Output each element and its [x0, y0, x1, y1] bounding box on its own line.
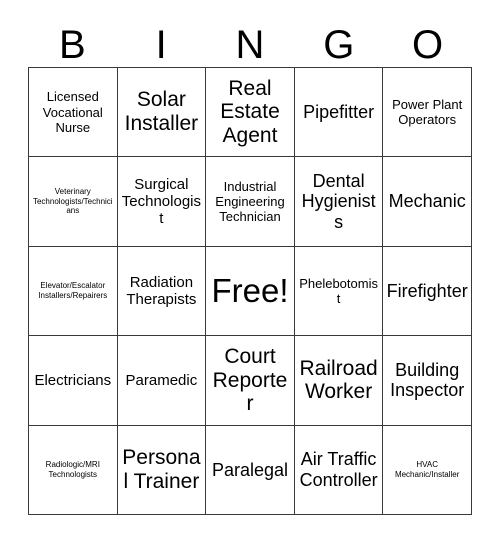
bingo-cell-label: Court Reporter: [212, 344, 288, 416]
bingo-cell[interactable]: HVAC Mechanic/Installer: [383, 425, 472, 515]
bingo-cell-label: Industrial Engineering Technician: [215, 178, 285, 225]
bingo-cell[interactable]: Dental Hygienists: [294, 157, 384, 247]
bingo-cell[interactable]: Personal Trainer: [117, 425, 207, 515]
bingo-cell-label: Free!: [211, 271, 289, 309]
bingo-cell-label: Building Inspector: [390, 359, 465, 401]
bingo-cell-label: Pipefitter: [303, 101, 375, 122]
bingo-cell[interactable]: Railroad Worker: [294, 336, 384, 426]
bingo-cell[interactable]: Radiologic/MRI Technologists: [29, 425, 118, 515]
bingo-cell[interactable]: Mechanic: [383, 157, 472, 247]
bingo-card: B I N G O Licensed Vocational Nurse Solar…: [0, 0, 500, 544]
bingo-cell-free[interactable]: Free!: [206, 246, 295, 337]
bingo-cell-label: Solar Installer: [124, 88, 199, 136]
bingo-cell-label: Mechanic: [388, 191, 466, 212]
bingo-cell-label: Air Traffic Controller: [299, 449, 378, 490]
bingo-cell[interactable]: Solar Installer: [117, 68, 207, 158]
bingo-cell[interactable]: Surgical Technologist: [117, 157, 207, 247]
bingo-cell[interactable]: Pipefitter: [294, 68, 384, 158]
bingo-cell[interactable]: Licensed Vocational Nurse: [29, 68, 118, 158]
bingo-cell-label: Elevator/Escalator Installers/Repairers: [38, 281, 108, 300]
bingo-cell-label: Licensed Vocational Nurse: [42, 89, 103, 135]
bingo-grid: Licensed Vocational Nurse Solar Installer…: [28, 67, 472, 515]
bingo-cell-label: Veterinary Technologists/Technicians: [32, 186, 113, 216]
bingo-cell-label: Paramedic: [125, 371, 198, 389]
header-letter-o: O: [412, 22, 444, 67]
bingo-cell-label: HVAC Mechanic/Installer: [394, 460, 460, 479]
bingo-cell-label: Electricians: [34, 371, 112, 389]
header-letter-i: I: [155, 22, 167, 67]
bingo-cell[interactable]: Paralegal: [206, 425, 295, 515]
bingo-cell[interactable]: Firefighter: [383, 246, 472, 337]
bingo-cell-label: Real Estate Agent: [220, 76, 280, 148]
header-letter-b: B: [59, 22, 86, 67]
header-letter-n: N: [235, 22, 265, 67]
bingo-cell[interactable]: Court Reporter: [206, 336, 295, 426]
bingo-cell[interactable]: Power Plant Operators: [383, 68, 472, 158]
bingo-cell[interactable]: Veterinary Technologists/Technicians: [29, 157, 118, 247]
bingo-cell[interactable]: Industrial Engineering Technician: [206, 157, 295, 247]
bingo-cell[interactable]: Elevator/Escalator Installers/Repairers: [29, 246, 118, 337]
bingo-cell-label: Radiation Therapists: [126, 273, 197, 308]
bingo-cell[interactable]: Phelebotomist: [294, 246, 384, 337]
header-letter-g: G: [323, 22, 355, 67]
bingo-cell-label: Railroad Worker: [299, 356, 378, 404]
bingo-cell[interactable]: Real Estate Agent: [206, 68, 295, 158]
bingo-cell[interactable]: Paramedic: [117, 336, 207, 426]
bingo-cell[interactable]: Air Traffic Controller: [294, 425, 384, 515]
bingo-cell-label: Phelebotomist: [299, 275, 378, 306]
bingo-cell[interactable]: Radiation Therapists: [117, 246, 207, 337]
bingo-cell-label: Paralegal: [211, 459, 289, 480]
bingo-cell-label: Radiologic/MRI Technologists: [45, 460, 100, 479]
bingo-cell[interactable]: Building Inspector: [383, 336, 472, 426]
bingo-cell-label: Power Plant Operators: [392, 96, 463, 128]
bingo-cell-label: Dental Hygienists: [301, 170, 376, 232]
bingo-cell-label: Surgical Technologist: [121, 175, 201, 228]
bingo-cell-label: Personal Trainer: [122, 446, 201, 493]
bingo-header: B I N G O: [28, 22, 472, 67]
bingo-cell[interactable]: Electricians: [29, 336, 118, 426]
bingo-cell-label: Firefighter: [386, 280, 468, 301]
